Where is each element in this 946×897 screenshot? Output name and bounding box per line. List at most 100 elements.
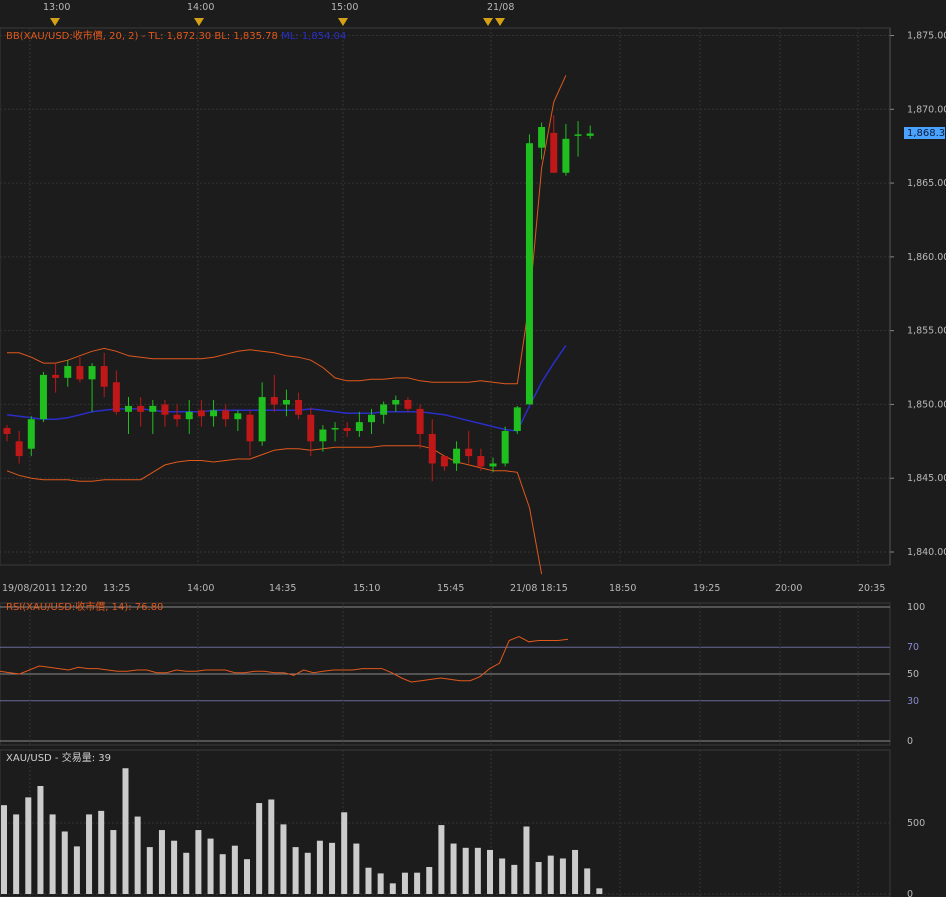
x-tick-label: 19:25 bbox=[693, 583, 720, 594]
volume-bar bbox=[304, 852, 311, 894]
candle-body bbox=[88, 366, 96, 380]
volume-bar bbox=[401, 872, 408, 894]
volume-bar bbox=[219, 854, 226, 894]
candle-body bbox=[15, 441, 23, 457]
rsi-legend: RSI(XAU/USD:收市價, 14): 76.80 bbox=[6, 600, 163, 613]
volume-bar bbox=[25, 797, 32, 894]
price-tick-label: 1,870.00 bbox=[907, 104, 946, 115]
volume-bar bbox=[98, 810, 105, 894]
volume-bar bbox=[268, 799, 275, 894]
candle-body bbox=[125, 405, 132, 412]
volume-tick-label: 0 bbox=[907, 889, 913, 897]
volume-bar bbox=[146, 847, 153, 894]
candle-body bbox=[489, 463, 497, 467]
candle-body bbox=[258, 397, 266, 442]
x-tick-label: 13:25 bbox=[103, 583, 130, 594]
volume-bar bbox=[596, 888, 603, 894]
candle-body bbox=[222, 410, 230, 420]
volume-bar bbox=[73, 846, 80, 894]
x-tick-label: 14:35 bbox=[269, 583, 296, 594]
volume-bar bbox=[195, 830, 202, 894]
candle-body bbox=[100, 366, 108, 387]
candle-body bbox=[246, 414, 254, 442]
volume-bar bbox=[1, 805, 7, 894]
rsi-tick-label: 0 bbox=[907, 736, 913, 747]
volume-bar bbox=[316, 840, 323, 894]
volume-plot-area bbox=[0, 749, 891, 897]
candle-body bbox=[331, 428, 339, 430]
candle-body bbox=[3, 428, 11, 434]
candle-body bbox=[197, 410, 205, 417]
x-tick-label: 15:45 bbox=[437, 583, 464, 594]
volume-bar bbox=[487, 849, 493, 894]
price-tick-label: 1,875.00 bbox=[907, 31, 946, 42]
candle-body bbox=[416, 408, 424, 434]
candle-body bbox=[52, 374, 60, 378]
candle-body bbox=[64, 366, 72, 378]
x-tick-label: 20:35 bbox=[858, 583, 885, 594]
candle-body bbox=[586, 133, 594, 136]
volume-bar bbox=[450, 843, 457, 894]
candle-body bbox=[307, 414, 315, 442]
volume-bar bbox=[171, 840, 178, 894]
volume-bar bbox=[49, 814, 56, 894]
volume-bar bbox=[499, 858, 506, 894]
volume-bar bbox=[110, 830, 117, 894]
volume-bar bbox=[365, 867, 372, 894]
candle-body bbox=[343, 428, 351, 431]
candle-body bbox=[319, 429, 327, 442]
candle-body bbox=[27, 419, 35, 449]
candle-body bbox=[477, 456, 485, 467]
candle-body bbox=[513, 407, 521, 431]
volume-bar bbox=[535, 862, 542, 894]
x-tick-label: 19/08/2011 12:20 bbox=[2, 583, 87, 594]
volume-bar bbox=[547, 855, 554, 894]
candle-body bbox=[428, 433, 436, 464]
candle-body bbox=[465, 448, 473, 457]
candle-body bbox=[39, 374, 47, 420]
candle-body bbox=[550, 132, 558, 173]
candle bbox=[501, 426, 509, 467]
bb-ml-legend: ML: 1,854.04 bbox=[281, 31, 346, 42]
price-plot-area bbox=[0, 27, 891, 566]
volume-bar bbox=[256, 803, 263, 894]
bb-legend: BB(XAU/USD:收市價, 20, 2) - TL: 1,872.30 BL… bbox=[6, 29, 346, 42]
rsi-panel[interactable]: RSI(XAU/USD:收市價, 14): 76.80 100 70 50 30 0 bbox=[0, 600, 925, 747]
volume-bar bbox=[61, 831, 68, 894]
top-time-label: 15:00 bbox=[331, 2, 358, 13]
price-tick-label: 1,850.00 bbox=[907, 399, 946, 410]
candle-body bbox=[149, 405, 157, 412]
volume-bar bbox=[183, 852, 190, 894]
candle-body bbox=[210, 410, 218, 417]
candle-body bbox=[112, 382, 120, 412]
price-panel[interactable]: BB(XAU/USD:收市價, 20, 2) - TL: 1,872.30 BL… bbox=[0, 27, 946, 594]
trading-chart[interactable]: BB(XAU/USD:收市價, 20, 2) - TL: 1,872.30 BL… bbox=[0, 0, 946, 897]
volume-bar bbox=[341, 812, 348, 894]
volume-panel[interactable]: XAU/USD - 交易量: 39 500 0 bbox=[0, 749, 925, 897]
candle-body bbox=[234, 413, 242, 420]
volume-bar bbox=[329, 842, 336, 894]
volume-tick-label: 500 bbox=[907, 818, 925, 829]
top-time-label: 14:00 bbox=[187, 2, 214, 13]
volume-bar bbox=[523, 826, 530, 894]
candle-body bbox=[538, 126, 546, 148]
candle-body bbox=[270, 397, 278, 405]
volume-bar bbox=[414, 872, 421, 894]
candle bbox=[525, 134, 533, 405]
price-tick-label: 1,860.00 bbox=[907, 252, 946, 263]
x-tick-label: 14:00 bbox=[187, 583, 214, 594]
volume-bar bbox=[122, 768, 129, 894]
price-tick-label: 1,855.00 bbox=[907, 326, 946, 337]
candle-body bbox=[295, 400, 303, 415]
price-tick-label: 1,840.00 bbox=[907, 547, 946, 558]
volume-bar bbox=[462, 847, 469, 894]
price-tick-label: 1,865.00 bbox=[907, 178, 946, 189]
rsi-tick-label: 50 bbox=[907, 669, 919, 680]
candle-body bbox=[562, 138, 570, 173]
candle-body bbox=[173, 414, 181, 420]
volume-bar bbox=[86, 814, 93, 894]
last-price-tag: 1,868.36 bbox=[904, 127, 946, 139]
volume-bar bbox=[353, 843, 360, 894]
rsi-tick-label: 30 bbox=[907, 696, 919, 707]
volume-bar bbox=[377, 873, 384, 894]
